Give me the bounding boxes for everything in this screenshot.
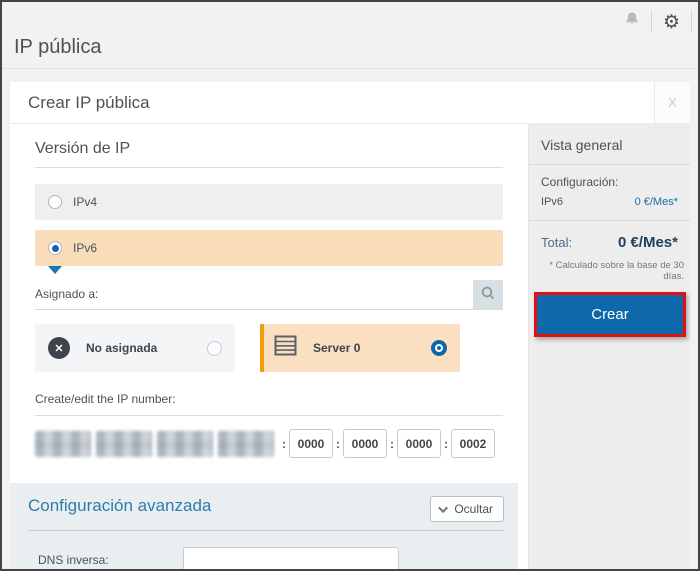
advanced-header: Configuración avanzada Ocultar [28,496,504,531]
redacted-ip-segment [157,430,213,457]
red-highlight-annotation: Crear [534,292,686,337]
assign-label: Asignado a: [35,286,99,301]
ipv6-label: IPv6 [73,241,98,255]
radio-ipv6[interactable] [48,241,62,255]
ip-number-row: : : : : [35,429,503,458]
notifications-button[interactable] [613,11,651,33]
card-label-server-0: Server 0 [313,341,361,355]
server-icon [274,335,297,361]
ip-version-option-ipv6[interactable]: IPv6 [35,230,503,266]
create-button[interactable]: Crear [537,295,683,334]
bell-icon [624,11,640,33]
sidebar-total-row: Total: 0 €/Mes* [529,221,690,260]
config-row: IPv6 0 €/Mes* [541,196,678,208]
assign-row: Asignado a: [35,278,503,310]
sidebar-config: Configuración: IPv6 0 €/Mes* [529,165,690,221]
total-label: Total: [541,235,573,250]
hide-advanced-button[interactable]: Ocultar [430,496,504,522]
config-item-name: IPv6 [541,196,564,208]
search-button[interactable] [473,280,503,310]
topbar-separator [691,11,692,33]
gear-icon: ⚙ [662,11,680,33]
dns-row: DNS inversa: [28,547,504,569]
page-title: IP pública [14,36,102,58]
panel-title: Crear IP pública [28,92,150,112]
close-icon: X [668,95,677,110]
panel-body: Versión de IP IPv4 IPv6 Asignado a: ✕ No… [10,124,690,569]
card-no-asignada[interactable]: ✕ No asignada [35,324,235,372]
config-item-price: 0 €/Mes* [634,196,678,208]
settings-button[interactable]: ⚙ [652,13,691,32]
panel-header: Crear IP pública X [10,82,690,124]
radio-no-asignada[interactable] [207,340,222,356]
cross-glyph: ✕ [54,342,64,355]
summary-sidebar: Vista general Configuración: IPv6 0 €/Me… [528,124,690,569]
main-content: Versión de IP IPv4 IPv6 Asignado a: ✕ No… [10,124,528,569]
topbar: ⚙ [613,8,692,36]
config-label: Configuración: [541,175,619,189]
card-label-no-asignada: No asignada [86,341,158,355]
hide-button-label: Ocultar [454,502,493,516]
search-icon [480,285,496,306]
create-ip-panel: Crear IP pública X Versión de IP IPv4 IP… [10,82,690,569]
cross-circle-icon: ✕ [48,337,70,359]
ip-number-label: Create/edit the IP number: [35,392,503,416]
redacted-ip-segment [96,430,152,457]
dns-input[interactable] [183,547,399,569]
chevron-down-icon [438,502,449,513]
billing-note: * Calculado sobre la base de 30 días. [549,260,684,282]
selection-pointer [48,266,62,274]
ip-version-heading: Versión de IP [35,140,503,168]
radio-ipv4[interactable] [48,195,62,209]
ipv4-label: IPv4 [73,195,98,209]
redacted-ip-segment [218,430,274,457]
sidebar-heading: Vista general [529,124,690,165]
ip-group-input-2[interactable] [343,429,387,458]
assign-search-input[interactable]: Asignado a: [35,278,473,310]
ip-group-input-1[interactable] [289,429,333,458]
ip-separator: : [336,436,340,451]
close-button[interactable]: X [654,82,690,123]
title-divider [2,68,698,69]
ip-separator: : [444,436,448,451]
ip-group-input-4[interactable] [451,429,495,458]
ip-separator: : [390,436,394,451]
redacted-ip-segment [35,430,91,457]
assignment-cards: ✕ No asignada Server 0 [35,324,503,372]
dns-label: DNS inversa: [38,553,109,567]
ip-group-input-3[interactable] [397,429,441,458]
ip-separator: : [282,436,286,451]
ip-version-option-ipv4[interactable]: IPv4 [35,184,503,220]
advanced-title: Configuración avanzada [28,496,212,515]
radio-server-0[interactable] [431,340,447,356]
total-value: 0 €/Mes* [617,234,678,251]
app-window: ⚙ IP pública Crear IP pública X Versión … [0,0,700,571]
card-server-0[interactable]: Server 0 [260,324,460,372]
advanced-section: Configuración avanzada Ocultar DNS inver… [10,483,518,569]
